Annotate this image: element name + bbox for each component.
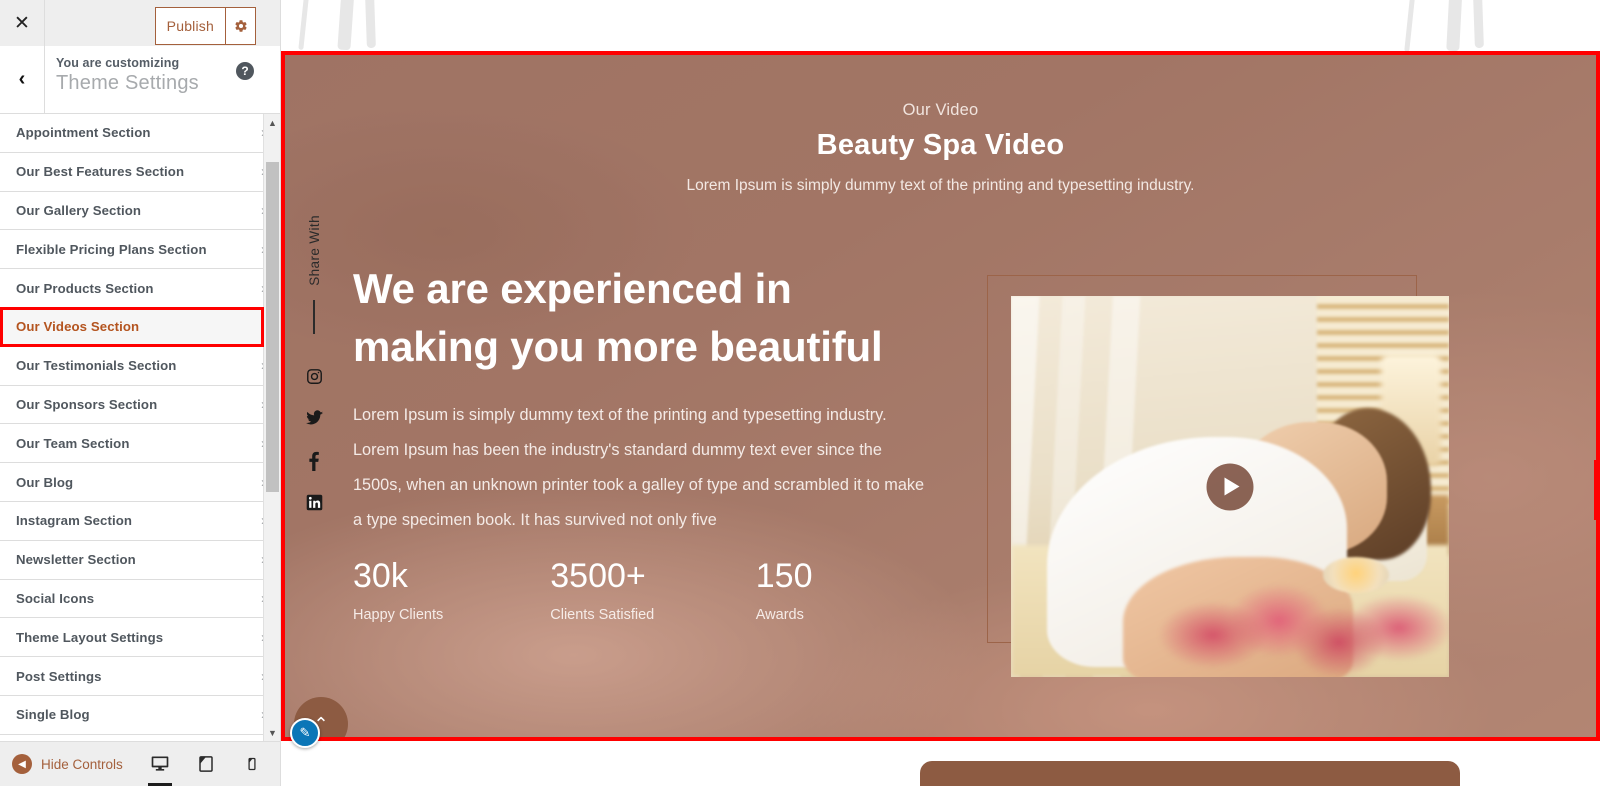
sidebar-item-label: Our Products Section <box>16 280 154 296</box>
preview-top-band <box>281 0 1600 51</box>
sidebar-item-our-best-features-section[interactable]: Our Best Features Section› <box>0 152 280 192</box>
stat-item: 3500+ Clients Satisfied <box>550 555 755 623</box>
heading-line-1: We are experienced in <box>353 265 792 312</box>
sidebar-item-single-blog[interactable]: Single Blog› <box>0 695 280 735</box>
play-icon[interactable] <box>1206 463 1254 510</box>
instagram-icon[interactable] <box>301 356 327 398</box>
sidebar-item-post-settings[interactable]: Post Settings› <box>0 657 280 696</box>
stats-row: 30k Happy Clients 3500+ Clients Satisfie… <box>353 555 953 623</box>
section-subtitle: Lorem Ipsum is simply dummy text of the … <box>686 177 1195 194</box>
sidebar-item-label: Appointment Section <box>16 125 151 141</box>
sidebar-item-flexible-pricing-plans-section[interactable]: Flexible Pricing Plans Section› <box>0 230 280 270</box>
preview-scrollbar[interactable] <box>1594 460 1600 520</box>
stat-label: Happy Clients <box>353 607 444 623</box>
facebook-icon[interactable] <box>301 440 327 482</box>
back-chevron-icon[interactable]: ‹ <box>0 46 45 113</box>
device-mobile-button[interactable] <box>232 742 272 786</box>
sidebar-item-our-team-section[interactable]: Our Team Section› <box>0 424 280 464</box>
sidebar-item-our-blog[interactable]: Our Blog› <box>0 463 280 502</box>
customizer-topbar: ✕ Publish <box>0 0 280 46</box>
play-triangle <box>1224 477 1240 496</box>
section-copy-block: We are experienced in making you more be… <box>353 260 953 538</box>
customizer-footer: ◀ Hide Controls <box>0 741 280 786</box>
section-paragraph: Lorem Ipsum is simply dummy text of the … <box>353 406 925 529</box>
sidebar-item-label: Our Blog <box>16 474 74 490</box>
linkedin-icon[interactable] <box>301 482 327 524</box>
sidebar-item-our-products-section[interactable]: Our Products Section› <box>0 269 280 308</box>
section-kicker: Our Video <box>902 101 979 119</box>
gear-icon[interactable] <box>225 7 256 45</box>
share-divider <box>313 299 315 334</box>
stat-number: 30k <box>353 557 408 595</box>
share-with-label: Share With <box>306 215 322 286</box>
hide-controls-button[interactable]: ◀ Hide Controls <box>0 754 123 774</box>
sidebar-item-label: Instagram Section <box>16 513 133 529</box>
sidebar-item-label: Newsletter Section <box>16 552 136 568</box>
feather-decoration-icon <box>337 0 358 51</box>
screen-root: Our Video Beauty Spa Video Lorem Ipsum i… <box>0 0 1600 786</box>
stat-label: Clients Satisfied <box>550 607 655 623</box>
sidebar-item-our-sponsors-section[interactable]: Our Sponsors Section› <box>0 385 280 425</box>
twitter-icon[interactable] <box>301 398 327 440</box>
scroll-up-arrow-icon[interactable]: ▲ <box>264 114 280 131</box>
sidebar-item-label: Our Gallery Section <box>16 202 142 218</box>
sidebar-item-label: Our Testimonials Section <box>16 358 177 374</box>
stat-item: 150 Awards <box>756 555 953 623</box>
edit-shortcut-pencil-icon[interactable]: ✎ <box>290 718 320 748</box>
sidebar-item-appointment-section[interactable]: Appointment Section› <box>0 114 280 153</box>
stat-number: 150 <box>755 557 813 595</box>
sidebar-item-label: Post Settings <box>16 668 102 684</box>
video-thumbnail[interactable] <box>1011 296 1449 677</box>
sidebar-item-newsletter-section[interactable]: Newsletter Section› <box>0 540 280 580</box>
share-rail: Share With <box>293 215 335 524</box>
next-section-pill <box>920 761 1460 786</box>
section-heading: We are experienced in making you more be… <box>353 260 953 376</box>
sidebar-item-theme-layout-settings[interactable]: Theme Layout Settings› <box>0 618 280 658</box>
sidebar-item-social-icons[interactable]: Social Icons› <box>0 579 280 619</box>
feather-decoration-icon <box>1471 0 1484 49</box>
preview-bottom-band <box>281 741 1600 786</box>
sidebar-item-label: Our Team Section <box>16 435 130 451</box>
sidebar-item-label: Social Icons <box>16 590 95 606</box>
sidebar-item-label: Our Sponsors Section <box>16 396 158 412</box>
feather-decoration-icon <box>1446 0 1465 51</box>
sidebar-item-label: Our Best Features Section <box>16 164 185 180</box>
device-tablet-button[interactable] <box>186 742 226 786</box>
feather-decoration-icon <box>298 0 313 51</box>
stat-label: Awards <box>755 607 804 623</box>
customizer-section-list: Appointment Section›Our Best Features Se… <box>0 114 280 741</box>
feather-decoration-icon <box>1404 0 1419 51</box>
sidebar-item-label: Single Blog <box>16 707 90 723</box>
sidebar-item-instagram-section[interactable]: Instagram Section› <box>0 501 280 541</box>
customizer-header: ‹ You are customizing Theme Settings ? <box>0 46 280 114</box>
close-icon[interactable]: ✕ <box>0 0 45 46</box>
scrollbar-thumb[interactable] <box>266 162 279 492</box>
hide-controls-label: Hide Controls <box>41 756 123 772</box>
section-title: Beauty Spa Video <box>816 129 1065 161</box>
our-videos-section-highlight[interactable]: Our Video Beauty Spa Video Lorem Ipsum i… <box>281 51 1600 741</box>
stat-item: 30k Happy Clients <box>353 555 550 623</box>
feather-decoration-icon <box>363 0 376 49</box>
collapse-arrow-icon: ◀ <box>12 754 32 774</box>
theme-preview-pane: Our Video Beauty Spa Video Lorem Ipsum i… <box>281 0 1600 786</box>
sidebar-item-label: Flexible Pricing Plans Section <box>16 241 207 257</box>
help-icon[interactable]: ? <box>236 62 254 80</box>
heading-line-2: making you more beautiful <box>353 323 883 370</box>
device-preview-switcher <box>140 742 272 786</box>
publish-button[interactable]: Publish <box>154 7 225 45</box>
thumb-flowers <box>1153 575 1449 677</box>
sidebar-item-our-gallery-section[interactable]: Our Gallery Section› <box>0 191 280 231</box>
customizer-sidebar: ✕ Publish ‹ You are customizing Theme Se… <box>0 0 281 786</box>
sidebar-item-our-videos-section[interactable]: Our Videos Section› <box>0 307 280 347</box>
sidebar-item-our-testimonials-section[interactable]: Our Testimonials Section› <box>0 346 280 386</box>
sidebar-item-label: Theme Layout Settings <box>16 629 164 645</box>
device-desktop-button[interactable] <box>140 742 180 786</box>
stat-number: 3500+ <box>550 557 646 595</box>
scroll-down-arrow-icon[interactable]: ▼ <box>264 724 280 741</box>
publish-group: Publish <box>154 7 256 45</box>
sidebar-item-label: Our Videos Section <box>16 319 140 335</box>
sidebar-scrollbar[interactable]: ▲ ▼ <box>263 114 280 741</box>
